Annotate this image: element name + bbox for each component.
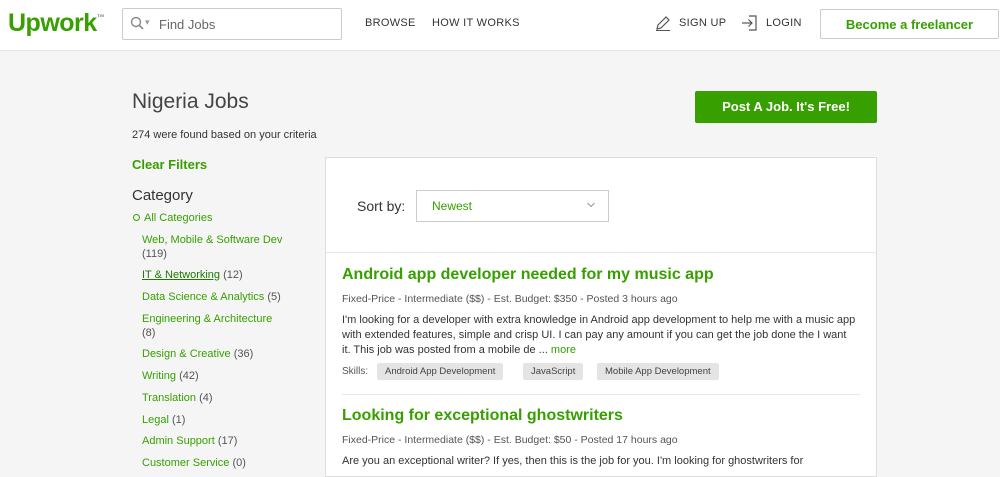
nav-browse[interactable]: BROWSE <box>365 17 416 29</box>
category-item-translation[interactable]: Translation (4) <box>142 391 312 405</box>
divider <box>342 394 860 395</box>
sort-label: Sort by: <box>357 198 406 214</box>
job-description: Are you an exceptional writer? If yes, t… <box>342 455 804 467</box>
skills-row: Skills: Android App Development JavaScri… <box>342 363 762 382</box>
skill-tag[interactable]: JavaScript <box>523 363 584 380</box>
category-count: (17) <box>217 435 238 447</box>
category-count: (0) <box>232 457 246 469</box>
category-name[interactable]: Data Science & Analytics <box>142 291 264 303</box>
category-item-legal[interactable]: Legal (1) <box>142 413 312 427</box>
skill-tag[interactable]: Android App Development <box>377 363 504 380</box>
category-name[interactable]: Engineering & Architecture <box>142 313 272 325</box>
category-item-web-mobile-software[interactable]: Web, Mobile & Software Dev (119) <box>142 233 312 261</box>
nav-sign-up[interactable]: SIGN UP <box>679 17 726 29</box>
more-link[interactable]: more <box>551 344 576 356</box>
category-item-data-science[interactable]: Data Science & Analytics (5) <box>142 290 312 304</box>
category-count: (12) <box>223 269 243 281</box>
category-name[interactable]: Web, Mobile & Software Dev <box>142 234 282 246</box>
result-count: 274 were found based on your criteria <box>132 129 317 141</box>
job-meta: Fixed-Price - Intermediate ($$) - Est. B… <box>342 293 678 305</box>
nav-login[interactable]: LOGIN <box>766 17 802 29</box>
job-title-link[interactable]: Android app developer needed for my musi… <box>342 266 862 284</box>
category-name[interactable]: Customer Service <box>142 457 229 469</box>
job-meta: Fixed-Price - Intermediate ($$) - Est. B… <box>342 434 678 446</box>
category-all-radio[interactable]: All Categories <box>133 212 212 224</box>
category-count: (119) <box>142 248 167 260</box>
clear-filters-link[interactable]: Clear Filters <box>132 157 207 172</box>
nav-how-it-works[interactable]: HOW IT WORKS <box>432 17 520 29</box>
job-title-link[interactable]: Looking for exceptional ghostwriters <box>342 407 862 425</box>
skills-label: Skills: <box>342 366 369 377</box>
category-name[interactable]: IT & Networking <box>142 269 220 281</box>
job-description: I'm looking for a developer with extra k… <box>342 313 857 358</box>
sort-value: Newest <box>432 199 473 213</box>
page-title: Nigeria Jobs <box>132 90 249 113</box>
category-count: (42) <box>179 370 199 382</box>
category-count: (36) <box>233 348 254 360</box>
pencil-icon[interactable] <box>654 14 672 32</box>
category-name[interactable]: Legal <box>142 414 169 426</box>
category-count: (8) <box>142 327 156 339</box>
search-input[interactable] <box>157 10 337 38</box>
search-type-caret-icon[interactable]: ▾ <box>145 17 150 28</box>
trademark-mark: ™ <box>96 13 105 22</box>
become-freelancer-button[interactable]: Become a freelancer <box>820 9 999 39</box>
category-heading: Category <box>132 187 193 204</box>
category-item-admin-support[interactable]: Admin Support (17) <box>142 434 312 448</box>
search-box[interactable]: ▾ <box>122 8 342 40</box>
post-job-button[interactable]: Post A Job. It's Free! <box>695 91 877 123</box>
category-item-design-creative[interactable]: Design & Creative (36) <box>142 347 312 361</box>
category-item-writing[interactable]: Writing (42) <box>142 369 312 383</box>
sort-dropdown[interactable]: Newest <box>416 190 609 222</box>
top-navbar: Upwork™ ▾ BROWSE HOW IT WORKS SIGN UP LO… <box>0 0 1000 51</box>
job-listing: Looking for exceptional ghostwriters Fix… <box>342 407 862 477</box>
radio-circle-icon <box>133 213 140 221</box>
job-results-panel: Sort by: Newest Android app developer ne… <box>325 157 877 477</box>
category-all-label: All Categories <box>144 212 213 224</box>
category-name[interactable]: Design & Creative <box>142 348 231 360</box>
skill-tag[interactable]: Mobile App Development <box>597 363 719 380</box>
upwork-logo[interactable]: Upwork™ <box>8 9 105 38</box>
job-description-text: I'm looking for a developer with extra k… <box>342 314 856 356</box>
category-name[interactable]: Writing <box>142 370 176 382</box>
divider <box>326 252 876 253</box>
job-listing: Android app developer needed for my musi… <box>342 266 862 386</box>
chevron-down-icon <box>587 202 595 208</box>
login-icon[interactable] <box>741 14 759 32</box>
category-name[interactable]: Admin Support <box>142 435 215 447</box>
category-item-customer-service[interactable]: Customer Service (0) <box>142 456 312 470</box>
category-item-engineering[interactable]: Engineering & Architecture (8) <box>142 312 312 340</box>
logo-text: Upwork <box>8 9 97 37</box>
category-count: (5) <box>267 291 281 303</box>
category-name[interactable]: Translation <box>142 392 196 404</box>
category-count: (4) <box>199 392 213 404</box>
category-item-it-networking[interactable]: IT & Networking (12) <box>142 268 312 282</box>
category-count: (1) <box>171 414 186 426</box>
